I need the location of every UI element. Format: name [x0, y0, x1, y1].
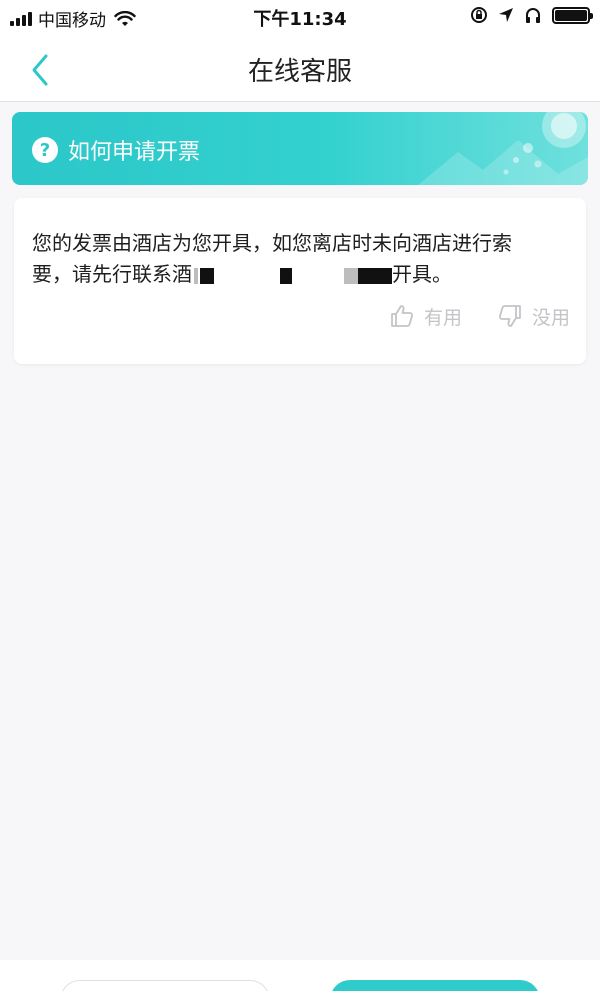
- orientation-lock-icon: [471, 7, 487, 23]
- bottom-primary-button[interactable]: [330, 980, 540, 991]
- helpful-button[interactable]: 有用: [388, 302, 462, 330]
- bottom-secondary-button[interactable]: [60, 980, 270, 991]
- not-helpful-button[interactable]: 没用: [496, 302, 570, 330]
- location-icon: [499, 8, 513, 22]
- answer-line-2-suffix: 开具。: [392, 262, 452, 286]
- page-title: 在线客服: [247, 57, 352, 87]
- answer-line-1: 您的发票由酒店为您开具，如您离店时未向酒店进行索: [32, 231, 512, 255]
- answer-card: 您的发票由酒店为您开具，如您离店时未向酒店进行索 要，请先行联系酒 开具。 有用 …: [14, 198, 586, 364]
- status-right: [470, 6, 593, 24]
- nav-bar: 在线客服: [0, 34, 600, 102]
- redaction-mark: [358, 267, 392, 284]
- feedback-bar: 有用 没用: [388, 302, 570, 330]
- banner-content: ? 如何申请开票: [32, 134, 200, 166]
- redaction-mark: [200, 267, 214, 284]
- headphones-icon: [526, 8, 540, 23]
- status-bar: 中国移动 下午11:34: [0, 0, 600, 34]
- not-helpful-label: 没用: [531, 306, 570, 329]
- redaction-mark: [194, 267, 198, 284]
- redaction-mark: [344, 267, 358, 284]
- helpful-label: 有用: [423, 306, 462, 329]
- question-title: 如何申请开票: [68, 140, 201, 165]
- banner-decoration: [418, 112, 588, 185]
- answer-text: 您的发票由酒店为您开具，如您离店时未向酒店进行索 要，请先行联系酒 开具。: [32, 228, 572, 290]
- answer-line-2-prefix: 要，请先行联系酒: [32, 262, 192, 286]
- battery-icon: [552, 6, 593, 24]
- redaction-mark: [280, 267, 292, 284]
- question-mark-icon: ?: [32, 137, 58, 163]
- thumbs-down-icon: [498, 305, 521, 327]
- question-banner: ? 如何申请开票: [12, 112, 588, 185]
- thumbs-up-icon: [391, 305, 413, 327]
